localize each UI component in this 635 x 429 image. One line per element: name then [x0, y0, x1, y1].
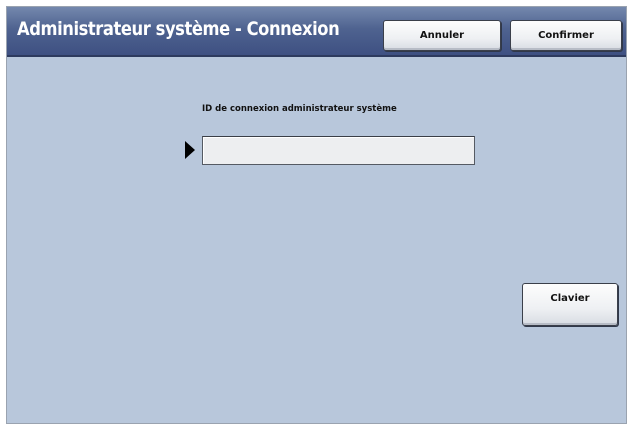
title-bar: Administrateur système - Connexion Annul…	[7, 7, 626, 57]
login-id-label: ID de connexion administrateur système	[202, 104, 397, 114]
cancel-button[interactable]: Annuler	[383, 20, 501, 51]
page-title: Administrateur système - Connexion	[17, 18, 340, 40]
login-id-input[interactable]	[202, 136, 475, 165]
confirm-button[interactable]: Confirmer	[510, 20, 622, 51]
login-screen: Administrateur système - Connexion Annul…	[6, 6, 627, 424]
focus-arrow-icon	[185, 141, 195, 159]
keyboard-button[interactable]: Clavier	[522, 283, 618, 326]
